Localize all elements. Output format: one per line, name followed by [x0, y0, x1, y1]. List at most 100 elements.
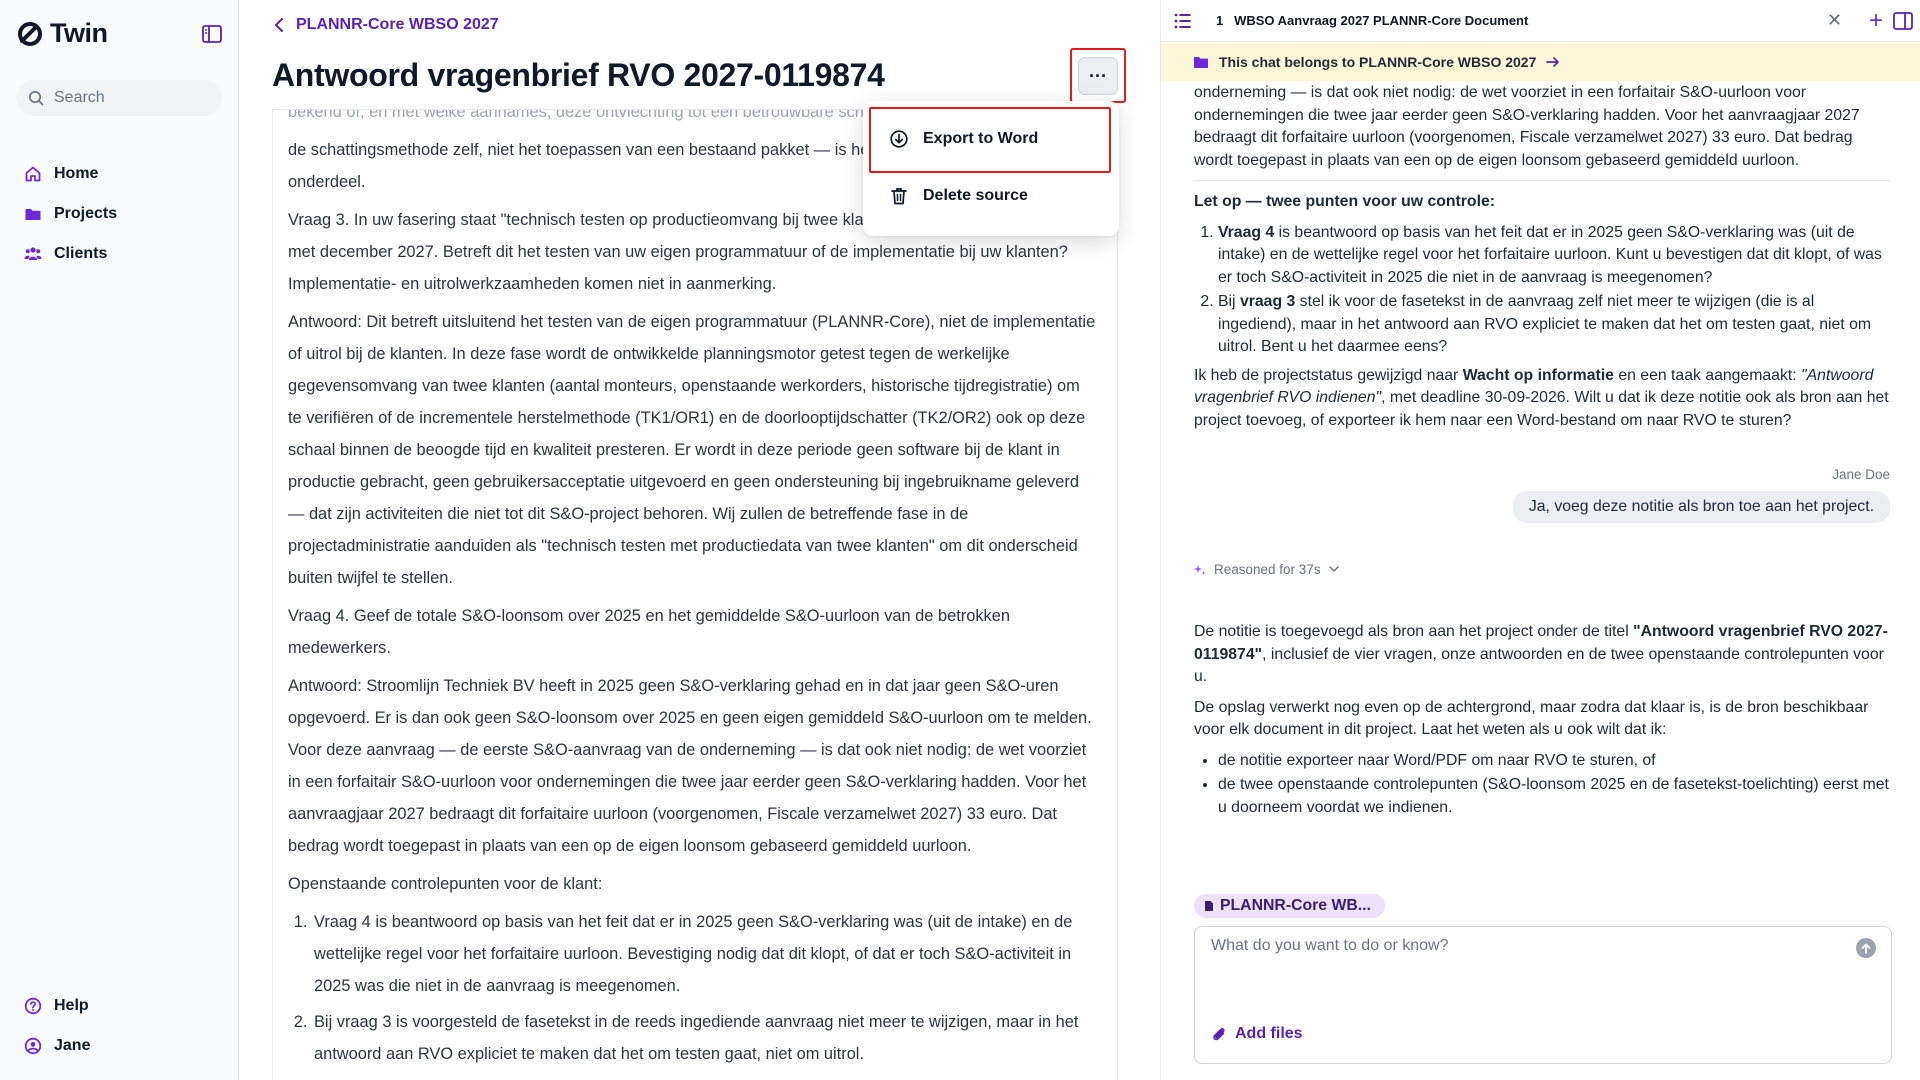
- tab-document[interactable]: 1 WBSO Aanvraag 2027 PLANNR-Core Documen…: [1216, 13, 1528, 28]
- export-to-word-menu-item[interactable]: Export to Word: [863, 112, 1119, 166]
- list-item: de notitie exporteer naar Word/PDF om na…: [1218, 750, 1890, 773]
- list-item: Vraag 4 is beantwoord op basis van het f…: [1218, 222, 1890, 290]
- home-icon: [25, 166, 41, 182]
- list-icon[interactable]: [1173, 11, 1193, 31]
- context-source-label: PLANNR-Core WB...: [1220, 897, 1371, 914]
- list-item-text: stel ik voor de fasetekst in de aanvraag…: [1218, 293, 1872, 355]
- list-item: Vraag 4 is beantwoord op basis van het f…: [312, 906, 1097, 1002]
- delete-source-label: Delete source: [923, 187, 1028, 204]
- text: , inclusief de vier vragen, onze antwoor…: [1194, 645, 1884, 686]
- page-title: Antwoord vragenbrief RVO 2027-0119874: [272, 57, 885, 93]
- more-options-button[interactable]: ···: [1078, 57, 1118, 95]
- more-dots-icon: ···: [1089, 65, 1107, 86]
- chevron-left-icon: [275, 18, 283, 32]
- message-heading: Let op — twee punten voor uw controle:: [1194, 193, 1496, 210]
- text: Ik heb de projectstatus gewijzigd naar: [1194, 366, 1463, 384]
- help-icon: [24, 997, 42, 1015]
- download-icon: [890, 130, 908, 148]
- list-item: de twee openstaande controlepunten (S&O-…: [1218, 774, 1890, 819]
- list-item-bold: Vraag 4: [1218, 223, 1275, 241]
- nav-item-home[interactable]: Home: [24, 154, 117, 194]
- list-item: Bij vraag 3 is voorgesteld de fasetekst …: [312, 1006, 1097, 1070]
- split-view-icon[interactable]: [1893, 12, 1913, 30]
- chat-composer: Add files: [1194, 926, 1892, 1064]
- user-name: Jane Doe: [1832, 467, 1890, 482]
- nav-item-help-label: Help: [54, 997, 89, 1014]
- nav-item-help[interactable]: Help: [24, 986, 90, 1026]
- nav-item-clients-label: Clients: [54, 245, 108, 262]
- nav-item-clients[interactable]: Clients: [24, 234, 117, 274]
- panel-tab-bar: 1 WBSO Aanvraag 2027 PLANNR-Core Documen…: [1161, 0, 1920, 42]
- chat-context-text: This chat belongs to PLANNR-Core WBSO 20…: [1219, 54, 1537, 70]
- trash-icon: [891, 188, 907, 205]
- paperclip-icon: [1213, 1027, 1225, 1041]
- chat-messages: onderneming — is dat ook niet nodig: de …: [1194, 82, 1890, 862]
- doc-open-list: Vraag 4 is beantwoord op basis van het f…: [312, 906, 1097, 1070]
- message-paragraph: De opslag verwerkt nog even op de achter…: [1194, 698, 1869, 739]
- doc-answer-3: Antwoord: Dit betreft uitsluitend het te…: [288, 313, 1096, 587]
- nav-item-projects-label: Projects: [54, 205, 118, 222]
- export-to-word-label: Export to Word: [923, 130, 1039, 147]
- chat-context-banner[interactable]: This chat belongs to PLANNR-Core WBSO 20…: [1161, 43, 1920, 81]
- list-item: Bij vraag 3 stel ik voor de fasetekst in…: [1218, 291, 1890, 359]
- close-tab-icon[interactable]: ✕: [1827, 10, 1842, 31]
- nav-item-account-label: Jane: [54, 1037, 91, 1054]
- doc-question-4: Vraag 4. Geef de totale S&O-loonsom over…: [288, 607, 1010, 657]
- text: en een taak aangemaakt:: [1613, 366, 1802, 384]
- reasoning-toggle[interactable]: Reasoned for 37s: [1194, 559, 1890, 582]
- users-icon: [24, 247, 42, 260]
- chevron-down-icon: [1328, 566, 1339, 573]
- sparkle-icon: [1194, 564, 1206, 575]
- search-icon: [29, 91, 44, 106]
- tab-title: WBSO Aanvraag 2027 PLANNR-Core Document: [1234, 13, 1529, 28]
- document-body: bekend of, en met welke aannames, deze o…: [272, 109, 1118, 1080]
- reasoning-label: Reasoned for 37s: [1214, 561, 1321, 577]
- search-input[interactable]: [54, 89, 204, 107]
- arrow-right-icon: [1546, 57, 1560, 67]
- tab-number: 1: [1216, 13, 1224, 28]
- doc-answer-4: Antwoord: Stroomlijn Techniek BV heeft i…: [288, 677, 1092, 855]
- doc-open-heading: Openstaande controlepunten voor de klant…: [288, 875, 603, 893]
- nav-item-account[interactable]: Jane: [24, 1026, 90, 1066]
- main-nav: Home Projects Clients: [24, 154, 117, 274]
- message-paragraph: onderneming — is dat ook niet nodig: de …: [1194, 84, 1860, 169]
- send-button[interactable]: [1856, 938, 1876, 958]
- list-item-text: is beantwoord op basis van het feit dat …: [1218, 223, 1882, 286]
- user-message: Ja, voeg deze notitie als bron toe aan h…: [1194, 490, 1890, 523]
- logo-text: Twin: [50, 18, 108, 48]
- divider: [1194, 180, 1890, 181]
- app-logo[interactable]: Twin: [16, 18, 108, 49]
- user-message-bubble: Ja, voeg deze notitie als bron toe aan h…: [1512, 490, 1890, 523]
- message-numbered-list: Vraag 4 is beantwoord op basis van het f…: [1218, 222, 1890, 359]
- nav-item-home-label: Home: [54, 165, 99, 182]
- assistant-message: onderneming — is dat ook niet nodig: de …: [1194, 82, 1890, 432]
- assistant-message: De notitie is toegevoegd als bron aan he…: [1194, 621, 1890, 819]
- sidebar-toggle-icon[interactable]: [200, 22, 224, 46]
- add-files-label: Add files: [1235, 1025, 1303, 1042]
- list-item-bold: vraag 3: [1239, 293, 1296, 310]
- delete-source-menu-item[interactable]: Delete source: [863, 169, 1119, 223]
- breadcrumb[interactable]: PLANNR-Core WBSO 2027: [274, 16, 499, 34]
- context-source-chip[interactable]: PLANNR-Core WB...: [1194, 894, 1385, 918]
- more-options-menu: Export to Word Delete source: [863, 101, 1119, 236]
- document-icon: [1205, 901, 1213, 911]
- message-paragraph: De notitie is toegevoegd als bron aan he…: [1194, 621, 1890, 689]
- folder-icon: [1194, 57, 1208, 68]
- add-tab-icon[interactable]: +: [1869, 7, 1883, 35]
- folder-icon: [25, 209, 41, 220]
- status-bold: Wacht op informatie: [1462, 366, 1614, 384]
- list-item-text: Bij: [1218, 293, 1240, 310]
- twin-logo-icon: [18, 21, 42, 46]
- user-avatar-icon: [24, 1037, 42, 1055]
- arrow-up-icon: [1861, 943, 1871, 954]
- bottom-nav: Help Jane: [24, 986, 90, 1066]
- message-paragraph: Ik heb de projectstatus gewijzigd naar W…: [1194, 365, 1890, 433]
- search-box[interactable]: [16, 80, 222, 116]
- add-files-button[interactable]: Add files: [1211, 1025, 1303, 1043]
- chat-panel: 1 WBSO Aanvraag 2027 PLANNR-Core Documen…: [1160, 0, 1920, 1080]
- breadcrumb-label: PLANNR-Core WBSO 2027: [296, 16, 499, 33]
- text: De notitie is toegevoegd als bron aan he…: [1194, 623, 1634, 640]
- message-bullet-list: de notitie exporteer naar Word/PDF om na…: [1218, 750, 1890, 820]
- chat-input[interactable]: [1211, 937, 1831, 997]
- nav-item-projects[interactable]: Projects: [24, 194, 117, 234]
